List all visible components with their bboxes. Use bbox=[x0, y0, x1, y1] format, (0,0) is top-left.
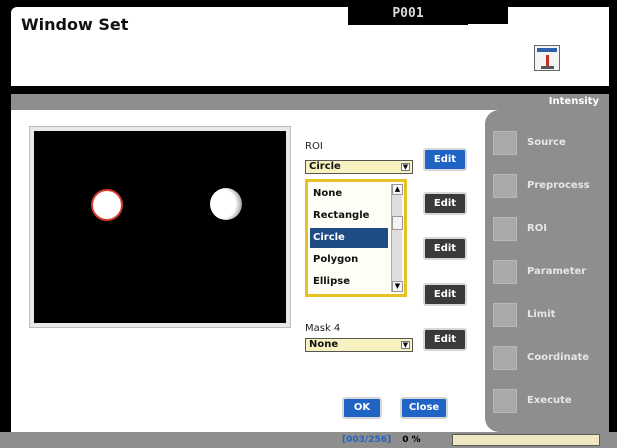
status-counter-value: [003/256] bbox=[342, 435, 392, 445]
mask4-edit-button[interactable]: Edit bbox=[423, 328, 467, 351]
limit-icon bbox=[493, 303, 517, 327]
roi-label: ROI bbox=[305, 141, 323, 152]
sidebar-item-label: Parameter bbox=[527, 266, 587, 277]
preview-canvas bbox=[34, 131, 286, 323]
dropdown-item-circle[interactable]: Circle bbox=[310, 228, 388, 248]
dropdown-scrollbar[interactable]: ▲ ▼ bbox=[391, 184, 403, 292]
sidebar-item-source[interactable]: Source bbox=[493, 130, 609, 156]
execute-icon bbox=[493, 389, 517, 413]
title-tab: P001 bbox=[348, 3, 468, 25]
ok-button[interactable]: OK bbox=[342, 397, 382, 419]
edit-button[interactable]: Edit bbox=[423, 237, 467, 260]
roi-icon bbox=[493, 217, 517, 241]
chevron-down-icon[interactable]: ▼ bbox=[401, 163, 410, 171]
sidebar-item-label: Execute bbox=[527, 395, 572, 406]
status-bar: [003/256] 0 % bbox=[0, 432, 617, 448]
preprocess-icon bbox=[493, 174, 517, 198]
source-icon bbox=[493, 131, 517, 155]
icon-bar bbox=[537, 48, 557, 52]
dropdown-item-polygon[interactable]: Polygon bbox=[310, 250, 388, 270]
section-label: Intensity bbox=[548, 96, 599, 107]
window-frame: Window Set P001 Intensity ROI Circle ▼ E… bbox=[0, 0, 617, 448]
dropdown-item-rectangle[interactable]: Rectangle bbox=[310, 206, 388, 226]
status-field bbox=[452, 434, 600, 446]
sidebar-item-label: Source bbox=[527, 137, 566, 148]
close-button[interactable]: Close bbox=[400, 397, 448, 419]
mask4-label: Mask 4 bbox=[305, 323, 341, 334]
chevron-down-icon[interactable]: ▼ bbox=[401, 341, 410, 349]
roi-edit-button[interactable]: Edit bbox=[423, 148, 467, 171]
icon-base bbox=[541, 66, 554, 69]
test-tube-icon[interactable] bbox=[534, 45, 560, 71]
parameter-icon bbox=[493, 260, 517, 284]
window-title: Window Set bbox=[21, 15, 129, 34]
coordinate-icon bbox=[493, 346, 517, 370]
dropdown-item-ellipse[interactable]: Ellipse bbox=[310, 272, 388, 292]
edit-button[interactable]: Edit bbox=[423, 283, 467, 306]
right-sidebar: Source Preprocess ROI Parameter Limit Co… bbox=[485, 110, 609, 432]
sidebar-item-execute[interactable]: Execute bbox=[493, 388, 609, 414]
sidebar-item-limit[interactable]: Limit bbox=[493, 302, 609, 328]
edit-button[interactable]: Edit bbox=[423, 192, 467, 215]
mask4-select[interactable]: None ▼ bbox=[305, 338, 413, 352]
scroll-down-icon[interactable]: ▼ bbox=[392, 281, 403, 292]
mask4-select-value: None bbox=[309, 339, 339, 350]
status-percent: 0 % bbox=[402, 435, 421, 445]
status-counter: [003/256] 0 % bbox=[342, 432, 421, 448]
header-panel: Window Set bbox=[11, 6, 609, 86]
blob[interactable] bbox=[210, 188, 242, 220]
main-panel: ROI Circle ▼ Edit Edit Edit Edit Mask 4 … bbox=[11, 110, 609, 432]
sidebar-item-coordinate[interactable]: Coordinate bbox=[493, 345, 609, 371]
roi-dropdown[interactable]: None Rectangle Circle Polygon Ellipse ▲ … bbox=[305, 179, 407, 297]
roi-select[interactable]: Circle ▼ bbox=[305, 160, 413, 174]
sidebar-item-label: Preprocess bbox=[527, 180, 590, 191]
selected-blob[interactable] bbox=[91, 189, 123, 221]
section-bar: Intensity bbox=[11, 94, 609, 110]
sidebar-item-roi[interactable]: ROI bbox=[493, 216, 609, 242]
scroll-thumb[interactable] bbox=[392, 216, 403, 230]
image-preview bbox=[29, 126, 291, 328]
sidebar-item-preprocess[interactable]: Preprocess bbox=[493, 173, 609, 199]
dropdown-item-none[interactable]: None bbox=[310, 184, 388, 204]
sidebar-item-label: ROI bbox=[527, 223, 547, 234]
roi-select-value: Circle bbox=[309, 161, 341, 172]
sidebar-item-label: Coordinate bbox=[527, 352, 590, 363]
scroll-up-icon[interactable]: ▲ bbox=[392, 184, 403, 195]
sidebar-item-parameter[interactable]: Parameter bbox=[493, 259, 609, 285]
sidebar-item-label: Limit bbox=[527, 309, 556, 320]
